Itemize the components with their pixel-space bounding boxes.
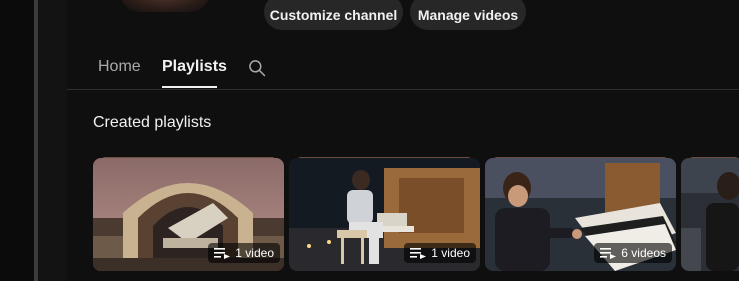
- playlist-card[interactable]: 1 video: [93, 158, 284, 271]
- playlist-icon: [214, 248, 231, 259]
- video-count-label: 6 videos: [621, 246, 666, 260]
- playlist-card[interactable]: 6 videos: [485, 158, 676, 271]
- page-gap: [38, 0, 67, 281]
- customize-channel-button[interactable]: Customize channel: [264, 0, 403, 30]
- manage-videos-button[interactable]: Manage videos: [410, 0, 526, 30]
- video-count-label: 1 video: [235, 246, 274, 260]
- playlist-thumbnail: [681, 158, 739, 271]
- video-count-badge: 1 video: [208, 243, 280, 263]
- channel-avatar[interactable]: [120, 0, 210, 12]
- search-icon[interactable]: [247, 58, 267, 78]
- tab-playlists[interactable]: Playlists: [162, 58, 227, 76]
- video-count-badge: 6 videos: [594, 243, 672, 263]
- video-count-label: 1 video: [431, 246, 470, 260]
- tab-selected-indicator: [162, 86, 217, 88]
- tab-home[interactable]: Home: [98, 58, 141, 76]
- playlist-card[interactable]: 1 video: [289, 158, 480, 271]
- playlist-card[interactable]: [681, 158, 739, 271]
- playlist-icon: [600, 248, 617, 259]
- left-background-strip: [0, 0, 38, 281]
- tabs-divider: [67, 89, 739, 90]
- playlist-icon: [410, 248, 427, 259]
- section-title: Created playlists: [93, 114, 212, 131]
- video-count-badge: 1 video: [404, 243, 476, 263]
